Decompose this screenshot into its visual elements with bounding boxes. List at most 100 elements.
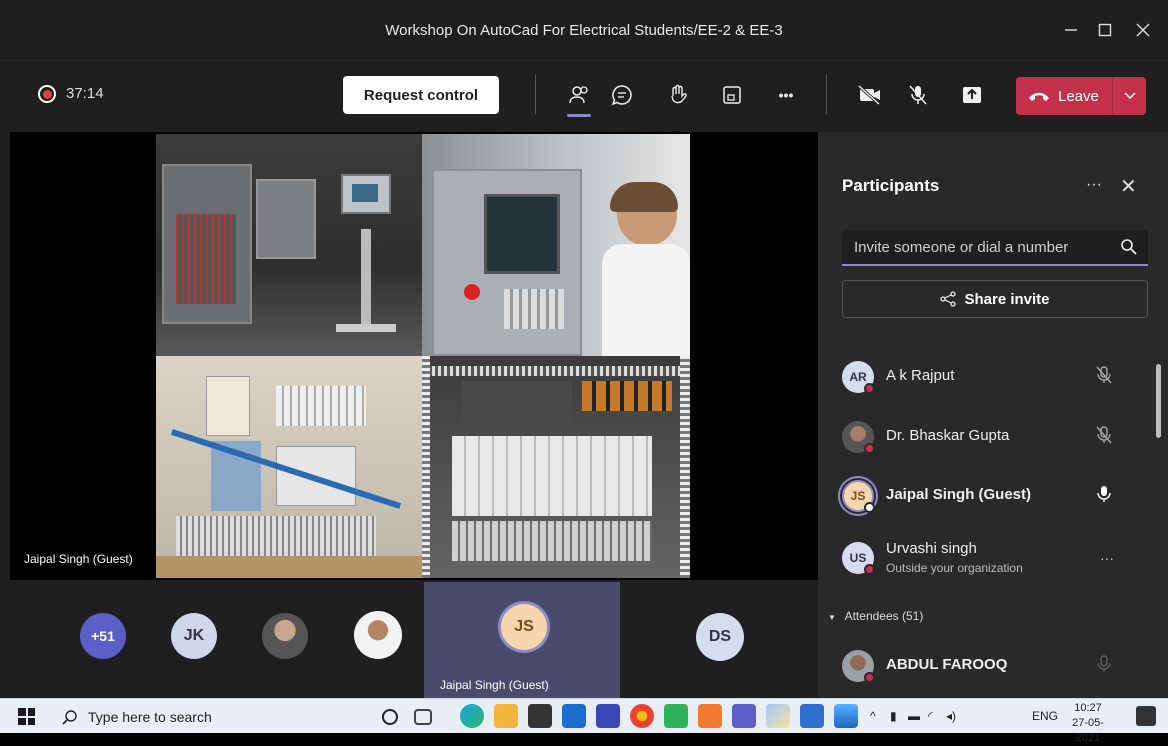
participant-row[interactable]: ABDUL FAROOQ (818, 640, 1154, 690)
minimize-icon (1065, 29, 1077, 31)
camera-toggle-button[interactable] (850, 75, 890, 115)
search-icon (62, 709, 77, 725)
title-bar: Workshop On AutoCad For Electrical Stude… (0, 0, 1168, 60)
app-icon[interactable] (596, 704, 620, 728)
share-content-button[interactable] (952, 75, 992, 115)
status-dot (864, 383, 875, 394)
invite-input[interactable]: Invite someone or dial a number (842, 230, 1148, 266)
app-icon[interactable] (664, 704, 688, 728)
windows-taskbar: Type here to search ^ ▮ ▬ ◜ ◂) ENG 10:27… (0, 698, 1168, 744)
cnc-operator-photo (422, 134, 690, 356)
close-window-button[interactable] (1128, 18, 1158, 42)
avatar[interactable]: JK (171, 613, 217, 659)
participant-row[interactable]: Dr. Bhaskar Gupta (818, 411, 1154, 461)
minimize-button[interactable] (1056, 18, 1086, 42)
more-participants-button[interactable]: +51 (80, 613, 126, 659)
taskbar-clock[interactable]: 10:27 27-05-2021 (1064, 701, 1112, 746)
mic-off-icon (909, 85, 927, 105)
wiring-panel-photo (422, 356, 690, 578)
chevron-down-icon (1123, 92, 1136, 100)
battery-icon[interactable]: ▬ (908, 709, 920, 723)
mic-disabled-icon (1097, 655, 1111, 672)
panel-title: Participants (842, 176, 940, 195)
store-icon[interactable] (528, 704, 552, 728)
windows-start-icon[interactable] (18, 708, 35, 725)
status-dot (864, 502, 875, 513)
search-icon[interactable] (1120, 238, 1138, 256)
attendees-label: Attendees (51) (844, 609, 924, 623)
speaker-name-label: Jaipal Singh (Guest) (440, 678, 549, 692)
photos-icon[interactable] (834, 704, 858, 728)
mic-on-icon (1097, 486, 1111, 502)
avatar: JS (498, 601, 550, 653)
panel-close-button[interactable]: ✕ (1120, 174, 1137, 199)
taskbar-search[interactable]: Type here to search (52, 702, 362, 731)
clock-date: 27-05-2021 (1072, 717, 1104, 744)
participant-row[interactable]: JS Jaipal Singh (Guest) (818, 470, 1154, 520)
status-dot (864, 564, 875, 575)
window-title: Workshop On AutoCad For Electrical Stude… (385, 21, 783, 39)
teams-meeting-window: Workshop On AutoCad For Electrical Stude… (0, 0, 1168, 698)
shared-content-stage: Jaipal Singh (Guest) (10, 132, 818, 580)
participant-name: Jaipal Singh (Guest) (886, 486, 1032, 503)
show-participants-button[interactable] (559, 75, 599, 117)
cortana-icon[interactable] (382, 709, 398, 725)
attendees-header[interactable]: ▼ Attendees (51) (828, 609, 923, 623)
plc-panel-photo (156, 356, 422, 578)
meeting-timer: 37:14 (66, 85, 104, 102)
wifi-icon[interactable]: ◜ (928, 709, 933, 723)
avatar[interactable] (262, 613, 308, 659)
maximize-icon (1098, 23, 1112, 37)
panel-more-button[interactable]: ··· (1086, 176, 1102, 194)
leave-button[interactable]: Leave (1016, 77, 1146, 115)
chat-icon (611, 85, 632, 106)
language-indicator[interactable]: ENG (1032, 709, 1058, 723)
participant-more-button[interactable]: ··· (1100, 550, 1114, 566)
usb-icon[interactable]: ▮ (890, 709, 897, 723)
maximize-button[interactable] (1090, 18, 1120, 42)
app-icon[interactable] (800, 704, 824, 728)
camera-off-icon (857, 84, 881, 106)
teams-icon[interactable] (732, 704, 756, 728)
leave-options-button[interactable] (1112, 77, 1146, 115)
avatar[interactable] (354, 611, 402, 659)
request-control-button[interactable]: Request control (343, 76, 499, 114)
app-icon[interactable] (698, 704, 722, 728)
leave-label: Leave (1058, 87, 1099, 105)
file-explorer-icon[interactable] (494, 704, 518, 728)
close-icon (1136, 23, 1150, 37)
status-dot (864, 443, 875, 454)
edge-icon[interactable] (460, 704, 484, 728)
toolbar-divider (535, 74, 536, 114)
show-chat-button[interactable] (602, 75, 642, 115)
task-view-icon[interactable] (414, 709, 432, 725)
participant-row[interactable]: AR A k Rajput (818, 351, 1154, 401)
share-invite-button[interactable]: Share invite (842, 280, 1148, 318)
presenter-name-label: Jaipal Singh (Guest) (24, 552, 133, 566)
mic-toggle-button[interactable] (898, 75, 938, 115)
share-invite-label: Share invite (964, 290, 1050, 308)
panel-scrollbar[interactable] (1156, 364, 1161, 438)
tray-chevron-icon[interactable]: ^ (870, 709, 876, 723)
caret-down-icon: ▼ (828, 613, 836, 622)
more-actions-button[interactable]: ••• (766, 75, 806, 115)
participant-name: Urvashi singh (886, 540, 977, 557)
phone-hangup-icon (1029, 92, 1049, 101)
shared-screen (156, 134, 690, 578)
mic-off-icon (1096, 426, 1112, 444)
clock-time: 10:27 (1074, 702, 1102, 714)
active-speaker-tile[interactable]: JS Jaipal Singh (Guest) (424, 582, 620, 698)
chrome-icon[interactable] (630, 704, 654, 728)
volume-icon[interactable]: ◂) (946, 709, 956, 723)
avatar[interactable]: DS (696, 613, 744, 661)
mail-icon[interactable] (562, 704, 586, 728)
recording-icon (38, 85, 56, 103)
participant-row[interactable]: US Urvashi singh Outside your organizati… (818, 532, 1154, 582)
paint-icon[interactable] (766, 704, 790, 728)
raise-hand-button[interactable] (658, 75, 698, 115)
participants-panel: Participants ··· ✕ Invite someone or dia… (818, 132, 1168, 698)
notifications-icon[interactable] (1136, 706, 1156, 726)
people-icon (569, 86, 588, 104)
mic-off-icon (1096, 366, 1112, 384)
breakout-rooms-button[interactable] (712, 75, 752, 115)
